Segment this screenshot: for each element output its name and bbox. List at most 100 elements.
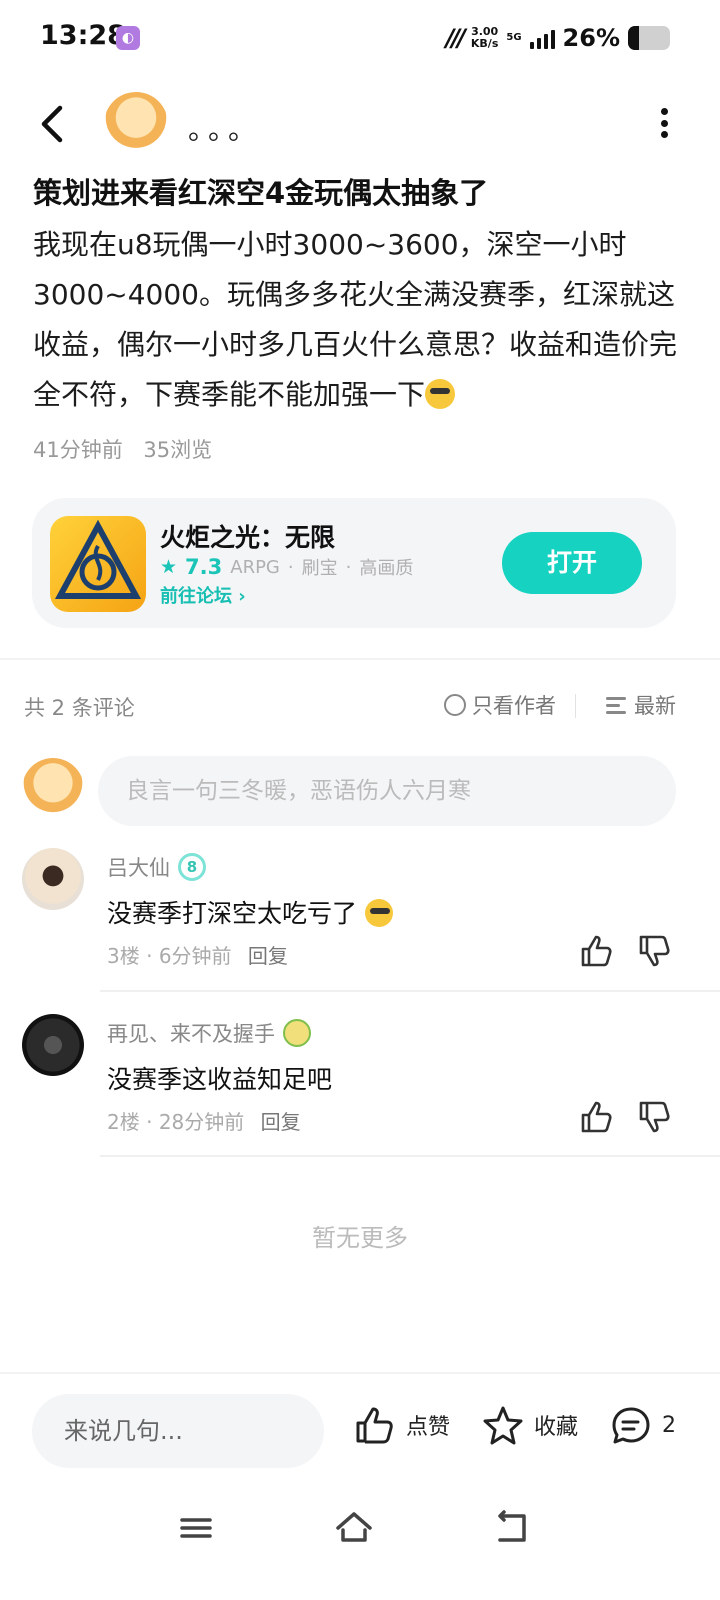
comment-meta: 3楼 · 6分钟前 回复 <box>107 940 288 969</box>
menu-icon <box>180 1518 212 1538</box>
meta-separator: · <box>146 1110 159 1134</box>
status-time: 13:28 <box>40 20 126 51</box>
thumbs-down-icon <box>639 1101 670 1133</box>
comment-item: 再见、来不及握手 没赛季这收益知足吧 2楼 · 28分钟前 回复 <box>0 1014 720 1154</box>
meta-separator: · <box>146 944 159 968</box>
sort-label: 最新 <box>634 694 676 718</box>
post-header: 。。。 <box>0 90 720 160</box>
comment-count: 2 <box>662 1412 676 1438</box>
menu-button[interactable] <box>176 1508 216 1548</box>
status-bar: 13:28 ◐ /// 3.00 KB/s 5G 26% <box>0 0 720 76</box>
network-type: 5G <box>506 32 522 43</box>
chevron-left-icon <box>41 105 63 143</box>
author-name[interactable]: 。。。 <box>188 108 262 148</box>
home-icon <box>336 1512 372 1542</box>
say-something-input[interactable]: 来说几句... <box>32 1394 324 1468</box>
game-name: 火炬之光：无限 <box>160 523 336 552</box>
sort-button[interactable]: 最新 <box>606 690 676 720</box>
comment-text: 没赛季打深空太吃亏了 <box>107 894 393 930</box>
section-divider <box>0 658 720 660</box>
game-tag: 高画质 <box>359 558 414 579</box>
post-meta: 41分钟前 35浏览 <box>33 434 226 464</box>
comments-button[interactable]: 2 <box>610 1404 676 1446</box>
favorite-button[interactable]: 收藏 <box>482 1404 578 1446</box>
battery-percent: 26% <box>562 24 620 52</box>
dislike-button[interactable] <box>636 1098 674 1136</box>
return-icon <box>498 1510 526 1542</box>
more-options-button[interactable] <box>658 108 670 138</box>
tag-separator: · <box>345 556 352 578</box>
star-icon: ★ <box>160 556 178 578</box>
level-badge-icon: 8 <box>178 853 206 881</box>
commenter-avatar[interactable] <box>22 1014 84 1076</box>
like-button[interactable] <box>578 932 616 970</box>
sweat-sunglasses-emoji-icon <box>425 379 456 409</box>
post-views: 35浏览 <box>143 438 213 462</box>
commenter-name[interactable]: 吕大仙 8 <box>107 852 206 882</box>
comments-header: 共 2 条评论 只看作者 最新 <box>24 688 676 724</box>
only-author-toggle[interactable]: 只看作者 <box>444 690 556 720</box>
game-tag: 刷宝 <box>301 558 338 579</box>
reply-button[interactable]: 回复 <box>248 944 288 968</box>
sweat-sunglasses-emoji-icon <box>364 899 393 927</box>
app-notification-icon: ◐ <box>116 26 140 50</box>
reply-button[interactable]: 回复 <box>261 1110 301 1134</box>
post-time: 41分钟前 <box>33 438 123 462</box>
header-separator <box>575 694 576 718</box>
more-dot-icon <box>660 119 668 127</box>
tag-separator: · <box>287 556 294 578</box>
net-speed: 3.00 KB/s <box>471 26 498 50</box>
commenter-name-text: 再见、来不及握手 <box>107 1022 275 1046</box>
comment-divider <box>100 990 720 992</box>
forum-link[interactable]: 前往论坛 › <box>160 582 246 608</box>
my-avatar <box>22 758 84 820</box>
network-logo-icon: /// <box>445 24 466 52</box>
status-indicators: /// 3.00 KB/s 5G 26% <box>446 20 670 56</box>
back-button[interactable] <box>34 102 74 146</box>
bottom-action-bar: 来说几句... 点赞 收藏 2 <box>0 1372 720 1492</box>
commenter-avatar[interactable] <box>22 848 84 910</box>
favorite-label: 收藏 <box>534 1415 579 1440</box>
comment-time: 28分钟前 <box>158 1110 245 1134</box>
comment-text-content: 没赛季打深空太吃亏了 <box>107 899 358 928</box>
system-nav-bar <box>0 1500 720 1560</box>
character-badge-icon <box>283 1019 311 1047</box>
game-logo-icon <box>50 516 146 612</box>
only-author-label: 只看作者 <box>472 694 556 718</box>
home-button[interactable] <box>334 1508 374 1548</box>
like-post-button[interactable]: 点赞 <box>354 1404 450 1446</box>
thumbs-up-icon <box>581 1101 612 1133</box>
thumbs-up-icon <box>356 1407 393 1444</box>
comment-text: 没赛季这收益知足吧 <box>107 1065 333 1094</box>
comments-count: 共 2 条评论 <box>24 696 135 720</box>
battery-icon <box>628 26 670 50</box>
dislike-button[interactable] <box>636 932 674 970</box>
radio-circle-icon <box>444 694 466 716</box>
chevron-right-icon: › <box>238 586 246 607</box>
game-rating-row: ★ 7.3 ARPG · 刷宝 · 高画质 <box>160 554 413 580</box>
sort-icon <box>606 695 628 715</box>
comment-input[interactable]: 良言一句三冬暖，恶语伤人六月寒 <box>98 756 676 826</box>
open-game-button[interactable]: 打开 <box>502 532 642 594</box>
comment-floor: 2楼 <box>107 1110 140 1134</box>
comment-time: 6分钟前 <box>158 944 232 968</box>
back-nav-button[interactable] <box>492 1508 532 1548</box>
comment-bubble-icon <box>612 1407 650 1444</box>
post-body: 我现在u8玩偶一小时3000~3600，深空一小时3000~4000。玩偶多多花… <box>33 220 683 420</box>
no-more-label: 暂无更多 <box>312 1224 408 1252</box>
author-avatar[interactable] <box>104 92 168 156</box>
commenter-name[interactable]: 再见、来不及握手 <box>107 1018 311 1048</box>
like-button[interactable] <box>578 1098 616 1136</box>
forum-link-label: 前往论坛 <box>160 586 232 607</box>
comment-meta: 2楼 · 28分钟前 回复 <box>107 1106 301 1135</box>
comment-divider <box>100 1155 720 1157</box>
game-tag: ARPG <box>230 556 280 578</box>
post-body-text: 我现在u8玩偶一小时3000~3600，深空一小时3000~4000。玩偶多多花… <box>33 228 678 411</box>
comment-item: 吕大仙 8 没赛季打深空太吃亏了 3楼 · 6分钟前 回复 <box>0 848 720 988</box>
signal-icon <box>529 27 555 49</box>
game-card[interactable]: 火炬之光：无限 ★ 7.3 ARPG · 刷宝 · 高画质 前往论坛 › 打开 <box>32 498 676 628</box>
game-score: 7.3 <box>185 555 223 579</box>
thumbs-down-icon <box>639 935 670 967</box>
net-speed-unit: KB/s <box>470 37 499 50</box>
more-dot-icon <box>660 108 668 115</box>
